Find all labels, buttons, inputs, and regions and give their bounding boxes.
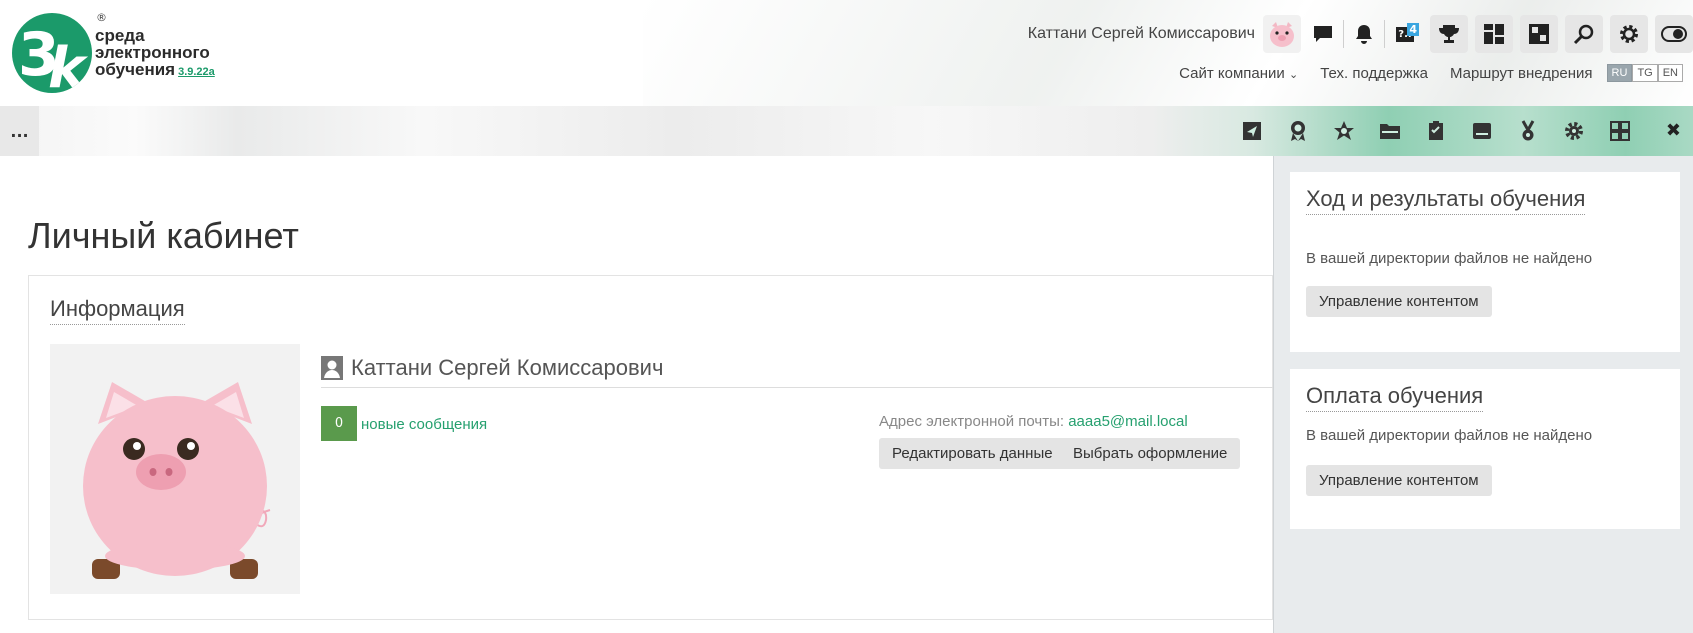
new-messages-link[interactable]: новые сообщения <box>361 416 487 433</box>
manage-content-button[interactable]: Управление контентом <box>1306 286 1492 317</box>
help-count-badge: 4 <box>1407 23 1419 36</box>
email-line: Адрес электронной почты: aaaa5@mail.loca… <box>879 413 1188 430</box>
card-text: В вашей директории файлов не найдено <box>1306 250 1593 267</box>
route-link[interactable]: Маршрут внедрения <box>1450 65 1593 82</box>
manage-content-button[interactable]: Управление контентом <box>1306 465 1492 496</box>
edit-profile-button[interactable]: Редактировать данные <box>879 438 1066 469</box>
card-title: Ход и результаты обучения <box>1306 186 1586 215</box>
version-link[interactable]: 3.9.22a <box>178 66 215 78</box>
logo-line-1: среда <box>95 26 145 45</box>
info-panel: Информация Каттани Сергей Комиссарович 0 <box>28 275 1281 620</box>
archive-icon[interactable] <box>1459 106 1505 156</box>
messages-count-badge[interactable]: 0 <box>321 406 357 441</box>
svg-text:k: k <box>48 36 89 93</box>
payment-card: Оплата обучения В вашей директории файло… <box>1290 369 1680 529</box>
email-label: Адрес электронной почты: <box>879 413 1065 430</box>
close-icon[interactable]: ✖ <box>1666 120 1681 141</box>
support-link[interactable]: Тех. поддержка <box>1320 65 1428 82</box>
learning-progress-card: Ход и результаты обучения В вашей директ… <box>1290 172 1680 352</box>
company-site-dropdown[interactable]: Сайт компании ⌄ <box>1179 65 1298 82</box>
chevron-down-icon: ⌄ <box>1288 68 1299 81</box>
right-sidebar: Ход и результаты обучения В вашей директ… <box>1273 156 1693 633</box>
lang-en[interactable]: EN <box>1657 64 1683 82</box>
profile-name-row: Каттани Сергей Комиссарович <box>321 348 1281 388</box>
lang-ru[interactable]: RU <box>1606 64 1633 82</box>
help-badge[interactable]: ?.. 4 <box>1387 15 1423 53</box>
logo[interactable]: 3 k ® среда электронного обучения 3.9.22a <box>12 11 232 97</box>
header-user-name[interactable]: Каттани Сергей Комиссарович <box>1028 25 1255 43</box>
divider <box>1384 20 1385 48</box>
card-text: В вашей директории файлов не найдено <box>1306 427 1593 444</box>
user-toolbar: Каттани Сергей Комиссарович ?.. 4 <box>1028 14 1693 54</box>
profile-avatar <box>50 344 300 594</box>
toggle-icon[interactable] <box>1655 15 1693 53</box>
send-icon[interactable] <box>1229 106 1275 156</box>
grid-icon[interactable] <box>1597 106 1643 156</box>
info-panel-title: Информация <box>50 296 185 325</box>
chat-icon[interactable] <box>1305 15 1341 53</box>
logo-text: среда электронного обучения 3.9.22a <box>95 27 215 81</box>
user-icon <box>321 355 343 380</box>
layout-icon[interactable] <box>1520 15 1558 53</box>
lang-tg[interactable]: TG <box>1632 64 1658 82</box>
checklist-icon[interactable] <box>1413 106 1459 156</box>
settings-icon[interactable] <box>1551 106 1597 156</box>
profile-full-name: Каттани Сергей Комиссарович <box>351 354 664 380</box>
logo-registered: ® <box>96 11 107 24</box>
company-site-label: Сайт компании <box>1179 64 1285 82</box>
trophy-icon[interactable] <box>1430 15 1468 53</box>
logo-line-2: электронного <box>95 43 210 62</box>
choose-theme-button[interactable]: Выбрать оформление <box>1060 438 1241 469</box>
award-icon[interactable] <box>1275 106 1321 156</box>
page-title: Личный кабинет <box>28 215 299 256</box>
toolbar-icons <box>1229 106 1643 156</box>
header-avatar[interactable] <box>1263 15 1301 53</box>
menu-dots-button[interactable]: ... <box>0 106 39 156</box>
divider <box>1343 20 1344 48</box>
logo-line-3: обучения <box>95 60 176 79</box>
star-badge-icon[interactable] <box>1321 106 1367 156</box>
folder-icon[interactable] <box>1367 106 1413 156</box>
gear-icon[interactable] <box>1610 15 1648 53</box>
medal-icon[interactable] <box>1505 106 1551 156</box>
logo-mark: 3 k <box>12 13 92 93</box>
email-link[interactable]: aaaa5@mail.local <box>1068 413 1187 430</box>
toolbar: ... ✖ <box>0 106 1693 156</box>
dashboard-icon[interactable] <box>1475 15 1513 53</box>
header-nav: Сайт компании ⌄ Тех. поддержка Маршрут в… <box>1157 64 1683 82</box>
bell-icon[interactable] <box>1346 15 1382 53</box>
search-icon[interactable] <box>1565 15 1603 53</box>
header: 3 k ® среда электронного обучения 3.9.22a… <box>0 0 1693 106</box>
card-title: Оплата обучения <box>1306 383 1484 412</box>
language-switcher: RU TG EN <box>1606 64 1683 82</box>
